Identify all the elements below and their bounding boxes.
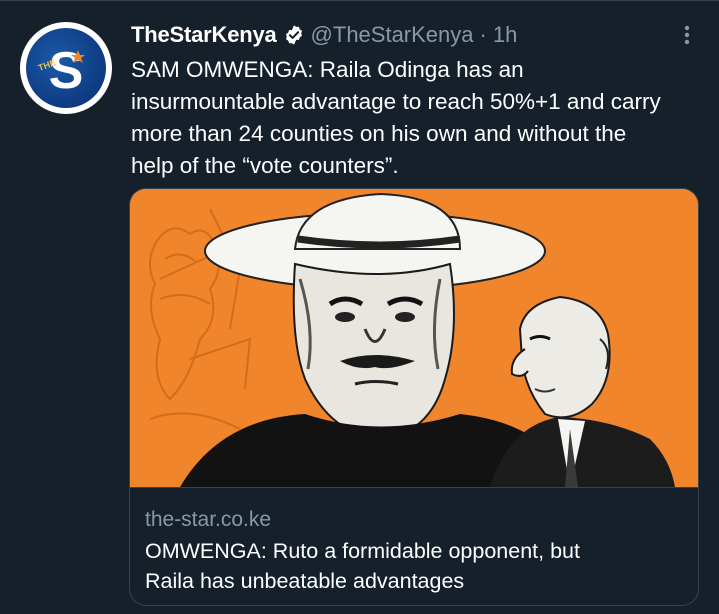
separator-dot: · <box>479 22 487 47</box>
card-domain: the-star.co.ke <box>145 508 272 531</box>
illustration-icon[interactable] <box>130 189 698 487</box>
verified-badge-icon <box>283 24 305 46</box>
tweet-header: TheStarKenya @TheStarKenya · 1h <box>131 21 517 49</box>
timestamp[interactable]: 1h <box>493 22 517 48</box>
card-title: OMWENGA: Ruto a formidable opponent, but… <box>145 539 580 593</box>
tweet-text: SAM OMWENGA: Raila Odinga has an insurmo… <box>131 57 661 178</box>
link-card[interactable]: the-star.co.ke OMWENGA: Ruto a formidabl… <box>129 188 699 606</box>
card-meta[interactable]: the-star.co.ke OMWENGA: Ruto a formidabl… <box>130 487 698 593</box>
avatar[interactable]: S THE <box>20 22 112 114</box>
thestar-logo: S THE <box>26 28 106 108</box>
display-name[interactable]: TheStarKenya <box>131 22 277 48</box>
user-handle[interactable]: @TheStarKenya <box>311 22 474 48</box>
top-divider <box>0 0 719 1</box>
more-vertical-icon[interactable] <box>676 22 698 48</box>
